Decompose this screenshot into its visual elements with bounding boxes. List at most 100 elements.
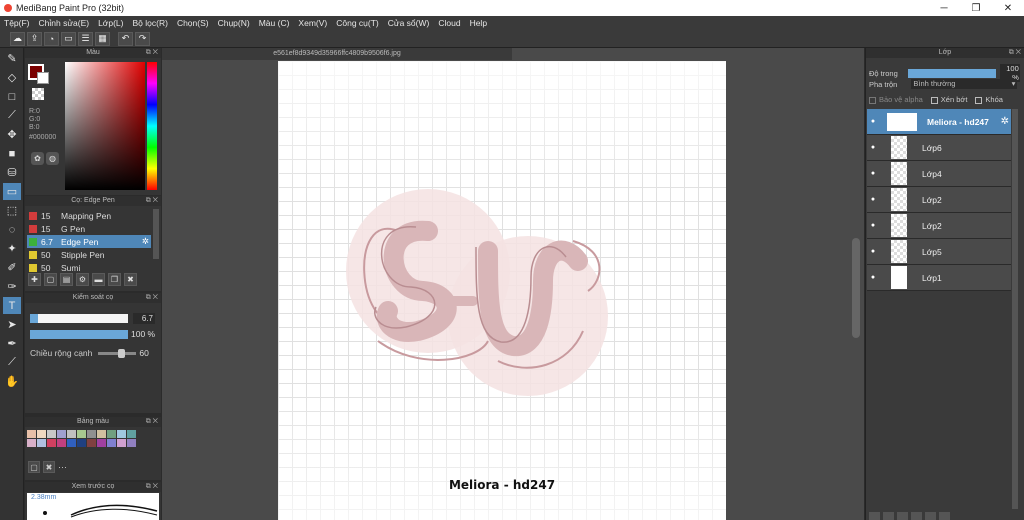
- document-tab[interactable]: e561ef8d9349d35966ffc4809b9506f6.jpg: [162, 48, 512, 60]
- layer-row[interactable]: ● Lớp6: [867, 135, 1011, 161]
- edge-width-knob[interactable]: [118, 348, 126, 358]
- new-layer-folder-icon[interactable]: [883, 512, 894, 520]
- minimize-button[interactable]: ─: [928, 0, 960, 16]
- add-palette-color-icon[interactable]: ▢: [28, 461, 40, 473]
- menu-cloud[interactable]: Cloud: [438, 18, 460, 28]
- layer-row[interactable]: ● Lớp5: [867, 239, 1011, 265]
- menu-help[interactable]: Help: [470, 18, 487, 28]
- chat-icon[interactable]: ▭: [61, 31, 76, 46]
- visibility-icon[interactable]: ●: [867, 118, 879, 125]
- fill-rect-icon[interactable]: ■: [3, 145, 21, 162]
- menu-view[interactable]: Xem(V): [298, 18, 327, 28]
- palette-more[interactable]: ···: [58, 462, 67, 472]
- menu-tools[interactable]: Công cụ(T): [336, 18, 379, 28]
- visibility-icon[interactable]: ●: [867, 144, 879, 151]
- delete-palette-color-icon[interactable]: ✖: [43, 461, 55, 473]
- palette-swatch[interactable]: [97, 430, 106, 438]
- menu-color[interactable]: Màu (C): [259, 18, 290, 28]
- gear-icon[interactable]: ✲: [1001, 116, 1009, 127]
- clipping-checkbox[interactable]: Xén bớt: [930, 95, 967, 104]
- palette-swatch[interactable]: [47, 439, 56, 447]
- gradient-icon[interactable]: ▭: [3, 183, 21, 200]
- background-color[interactable]: [37, 72, 49, 84]
- canvas-paper[interactable]: Meliora - hd247: [278, 61, 726, 520]
- palette-icon[interactable]: ✿: [31, 152, 44, 165]
- protect-alpha-checkbox[interactable]: Bảo vệ alpha: [869, 95, 923, 104]
- undo-icon[interactable]: ↶: [118, 31, 133, 46]
- new-brush-icon[interactable]: ▢: [44, 273, 57, 286]
- brush-folder-icon[interactable]: ▬: [92, 273, 105, 286]
- palette-swatch[interactable]: [97, 439, 106, 447]
- brush-opacity-bar[interactable]: [30, 329, 128, 339]
- palette-swatch[interactable]: [107, 430, 116, 438]
- cloud-icon[interactable]: ☁: [10, 31, 25, 46]
- rectangle-icon[interactable]: □: [3, 88, 21, 105]
- export-icon[interactable]: ⇪: [27, 31, 42, 46]
- menu-window[interactable]: Cửa sổ(W): [388, 18, 430, 28]
- palette-swatch[interactable]: [77, 430, 86, 438]
- palette-swatch[interactable]: [57, 439, 66, 447]
- layer-row[interactable]: ● Lớp2: [867, 213, 1011, 239]
- merge-layer-icon[interactable]: [911, 512, 922, 520]
- palette-swatch[interactable]: [127, 439, 136, 447]
- edge-width-slider[interactable]: [98, 348, 137, 358]
- grid-icon[interactable]: ▦: [95, 31, 110, 46]
- close-button[interactable]: ✕: [992, 0, 1024, 16]
- menu-file[interactable]: Tệp(F): [4, 18, 30, 28]
- select-eraser-icon[interactable]: ✑: [3, 278, 21, 295]
- brush-size-value[interactable]: 6.7: [133, 313, 155, 324]
- visibility-icon[interactable]: ●: [867, 274, 879, 281]
- palette-swatch[interactable]: [127, 430, 136, 438]
- layer-scrollbar[interactable]: [1012, 109, 1018, 509]
- select-pen-icon[interactable]: ✐: [3, 259, 21, 276]
- layer-row[interactable]: ● Lớp4: [867, 161, 1011, 187]
- duplicate-brush-icon[interactable]: ❐: [108, 273, 121, 286]
- saturation-value-picker[interactable]: [65, 62, 145, 190]
- transparent-color[interactable]: [32, 88, 44, 100]
- palette-swatch[interactable]: [117, 439, 126, 447]
- brush-menu-icon[interactable]: ▤: [60, 273, 73, 286]
- layer-settings-icon[interactable]: [925, 512, 936, 520]
- operation-icon[interactable]: ➤: [3, 316, 21, 333]
- visibility-icon[interactable]: ●: [867, 170, 879, 177]
- blend-mode-select[interactable]: Bình thường ▾: [911, 79, 1018, 89]
- lock-checkbox[interactable]: Khóa: [975, 95, 1003, 104]
- palette-swatch[interactable]: [107, 439, 116, 447]
- new-layer-icon[interactable]: [869, 512, 880, 520]
- brush-scrollbar[interactable]: [153, 209, 159, 259]
- menu-select[interactable]: Chọn(S): [177, 18, 209, 28]
- text-icon[interactable]: T: [3, 297, 21, 314]
- visibility-icon[interactable]: ●: [867, 248, 879, 255]
- brush-item[interactable]: 15 Mapping Pen: [27, 209, 151, 222]
- brush-item[interactable]: 50 Stipple Pen: [27, 248, 151, 261]
- hand-icon[interactable]: ✋: [3, 373, 21, 390]
- palette-swatch[interactable]: [117, 430, 126, 438]
- maximize-button[interactable]: ❐: [960, 0, 992, 16]
- move-icon[interactable]: ✥: [3, 126, 21, 143]
- delete-layer-icon[interactable]: [939, 512, 950, 520]
- gear-icon[interactable]: ✲: [142, 236, 149, 247]
- visibility-icon[interactable]: ●: [867, 222, 879, 229]
- screen-color-icon[interactable]: ◍: [46, 152, 59, 165]
- redo-icon[interactable]: ↷: [135, 31, 150, 46]
- eyedropper-icon[interactable]: ✒: [3, 335, 21, 352]
- delete-brush-icon[interactable]: ✖: [124, 273, 137, 286]
- menu-filter[interactable]: Bộ lọc(R): [133, 18, 168, 28]
- layer-row[interactable]: ● Meliora - hd247 ✲: [867, 109, 1011, 135]
- palette-swatch[interactable]: [77, 439, 86, 447]
- palette-swatch[interactable]: [27, 430, 36, 438]
- menu-layer[interactable]: Lớp(L): [98, 18, 123, 28]
- palette-swatch[interactable]: [37, 439, 46, 447]
- hue-slider[interactable]: [147, 62, 157, 190]
- palette-swatch[interactable]: [87, 439, 96, 447]
- palette-swatch[interactable]: [67, 439, 76, 447]
- palette-swatch[interactable]: [47, 430, 56, 438]
- magic-wand-icon[interactable]: ✦: [3, 240, 21, 257]
- menu-edit[interactable]: Chỉnh sửa(E): [39, 18, 90, 28]
- palette-swatch[interactable]: [87, 430, 96, 438]
- lasso-icon[interactable]: ◌: [3, 221, 21, 238]
- palette-swatch[interactable]: [67, 430, 76, 438]
- divide-icon[interactable]: ⟋: [3, 354, 21, 371]
- palette-swatch[interactable]: [27, 439, 36, 447]
- palette-swatch[interactable]: [37, 430, 46, 438]
